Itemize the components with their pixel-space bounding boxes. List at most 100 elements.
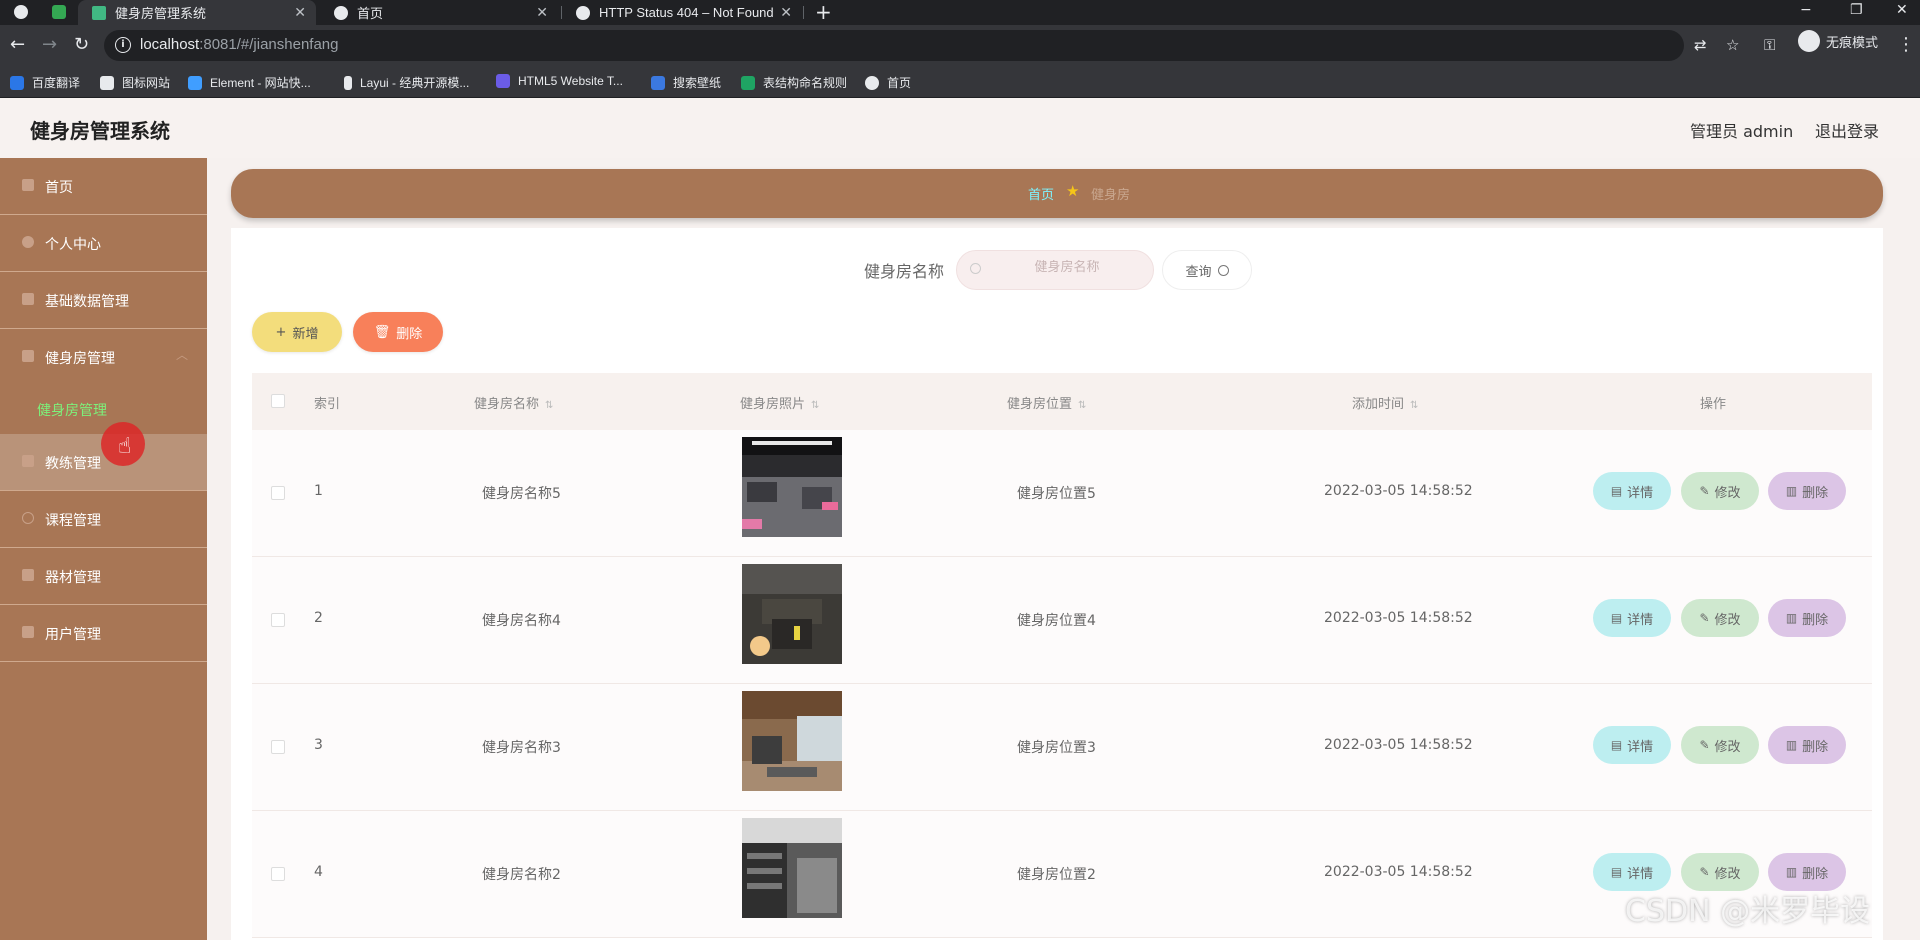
delete-button[interactable]: ▥ 删除 [1768,599,1846,637]
sidebar-item-profile[interactable]: 个人中心 [0,215,207,272]
sidebar-item-gym[interactable]: 健身房管理 ︿ [0,329,207,386]
bookmark-item[interactable]: HTML5 Website T... [496,74,623,88]
close-icon[interactable]: ✕ [294,4,306,21]
sidebar-subitem-label: 健身房管理 [37,403,107,419]
delete-button[interactable]: ▥ 删除 [1768,472,1846,510]
column-header: 索引 [314,397,341,412]
column-header-sortable[interactable]: 健身房位置 ⇅ [1007,393,1086,412]
tab-404[interactable]: HTTP Status 404 – Not Found ✕ [562,0,802,25]
bookmark-item[interactable]: 图标网站 [100,74,170,91]
window-close-icon[interactable]: ✕ [1896,2,1908,18]
bookmark-item[interactable]: 搜索壁纸 [651,74,721,91]
sidebar-item-label: 器材管理 [45,570,101,586]
edit-label: 修改 [1714,485,1741,501]
bookmark-item[interactable]: 首页 [865,74,911,91]
bookmarks-bar: 百度翻译 图标网站 Element - 网站快... Layui - 经典开源模… [0,67,1920,98]
document-icon: ▤ [1610,611,1623,625]
sidebar-item-home[interactable]: 首页 [0,158,207,215]
restore-icon[interactable]: ❐ [1850,2,1863,18]
breadcrumb-home[interactable]: 首页 [1028,184,1054,203]
gym-photo[interactable] [742,691,842,791]
gym-photo[interactable] [742,564,842,664]
bookmark-label: Layui - 经典开源模... [360,76,470,90]
edit-button[interactable]: ✎ 修改 [1681,726,1759,764]
hand-cursor-icon: ☝ [118,434,132,459]
bookmark-item[interactable]: Layui - 经典开源模... [344,74,469,91]
gym-photo[interactable] [742,437,842,537]
forward-icon[interactable]: → [42,34,57,56]
row-checkbox[interactable] [271,613,285,627]
info-icon[interactable]: i [115,37,131,53]
cell-name: 健身房名称4 [482,613,561,629]
add-button[interactable]: + 新增 [252,312,342,352]
close-icon[interactable]: ✕ [536,4,548,21]
trash-icon: ▥ [1785,611,1798,625]
bookmark-label: 搜索壁纸 [673,76,722,90]
cell-time: 2022-03-05 14:58:52 [1324,737,1473,753]
globe-icon [576,5,590,20]
sidebar-item-course[interactable]: 课程管理 [0,491,207,548]
element-icon [188,75,202,90]
cell-location: 健身房位置2 [1017,867,1096,883]
detail-button[interactable]: ▤ 详情 [1593,726,1671,764]
column-header-sortable[interactable]: 添加时间 ⇅ [1352,393,1418,412]
document-icon: ▤ [1610,738,1623,752]
tab-separator [803,6,804,19]
reload-icon[interactable]: ↻ [74,34,89,56]
incognito-badge[interactable]: 无痕模式 [1798,30,1878,52]
row-checkbox[interactable] [271,740,285,754]
new-tab-button[interactable]: + [815,0,832,24]
star-icon[interactable]: ☆ [1726,36,1739,54]
logout-link[interactable]: 退出登录 [1815,118,1879,142]
search-input[interactable] [997,260,1137,275]
batch-delete-button[interactable]: 🗑 删除 [353,312,443,352]
back-icon[interactable]: ← [10,34,25,56]
column-header-label: 健身房照片 [740,397,806,412]
url-text[interactable]: localhost:8081/#/jianshenfang [140,36,339,53]
more-menu-icon[interactable]: ⋮ [1897,34,1915,55]
sidebar-item-equipment[interactable]: 器材管理 [0,548,207,605]
close-icon[interactable]: ✕ [780,4,792,21]
tab-home[interactable]: 首页 ✕ [320,0,558,25]
row-checkbox[interactable] [271,867,285,881]
add-button-label: 新增 [292,326,319,342]
table-header: 索引 健身房名称 ⇅ 健身房照片 ⇅ 健身房位置 ⇅ 添加时间 ⇅ 操作 [252,373,1872,430]
sort-icon: ⇅ [545,400,554,411]
delete-label: 删除 [1802,612,1829,628]
bookmark-item[interactable]: Element - 网站快... [188,74,311,91]
detail-button[interactable]: ▤ 详情 [1593,599,1671,637]
sidebar-item-basic-data[interactable]: 基础数据管理 [0,272,207,329]
trash-icon: ▥ [1785,865,1798,879]
search-label: 健身房名称 [864,262,945,281]
select-all-checkbox[interactable] [271,394,285,408]
tab-active[interactable]: 健身房管理系统 ✕ [78,0,316,25]
key-icon[interactable]: ⚿ [1764,34,1775,56]
bookmark-item[interactable]: 百度翻译 [10,74,80,91]
column-header-sortable[interactable]: 健身房名称 ⇅ [474,393,553,412]
trash-icon: 🗑 [373,324,391,340]
search-field[interactable] [956,250,1154,290]
incognito-label: 无痕模式 [1826,35,1879,51]
sort-icon: ⇅ [1410,400,1419,411]
translate-icon[interactable]: ⇄ [1694,36,1707,54]
url-field[interactable]: i localhost:8081/#/jianshenfang ⇄ ☆ [104,30,1739,61]
app-tab-icon[interactable] [52,5,66,19]
sidebar-subitem-gym[interactable]: 健身房管理 [0,386,207,434]
edit-button[interactable]: ✎ 修改 [1681,599,1759,637]
delete-button[interactable]: ▥ 删除 [1768,726,1846,764]
detail-label: 详情 [1627,866,1654,882]
app-header: 健身房管理系统 管理员 admin 退出登录 [0,98,1920,158]
edit-button[interactable]: ✎ 修改 [1681,472,1759,510]
search-button[interactable]: 查询 [1162,250,1252,290]
sidebar-item-users[interactable]: 用户管理 [0,605,207,662]
trash-icon: ▥ [1785,738,1798,752]
detail-button[interactable]: ▤ 详情 [1593,472,1671,510]
row-checkbox[interactable] [271,486,285,500]
gym-photo[interactable] [742,818,842,918]
bookmark-item[interactable]: 表结构命名规则 [741,74,847,91]
detail-label: 详情 [1627,612,1654,628]
sheet-icon [741,75,755,90]
star-icon: ★ [1066,182,1080,200]
minimize-icon[interactable]: − [1800,2,1812,18]
column-header-sortable[interactable]: 健身房照片 ⇅ [740,393,819,412]
